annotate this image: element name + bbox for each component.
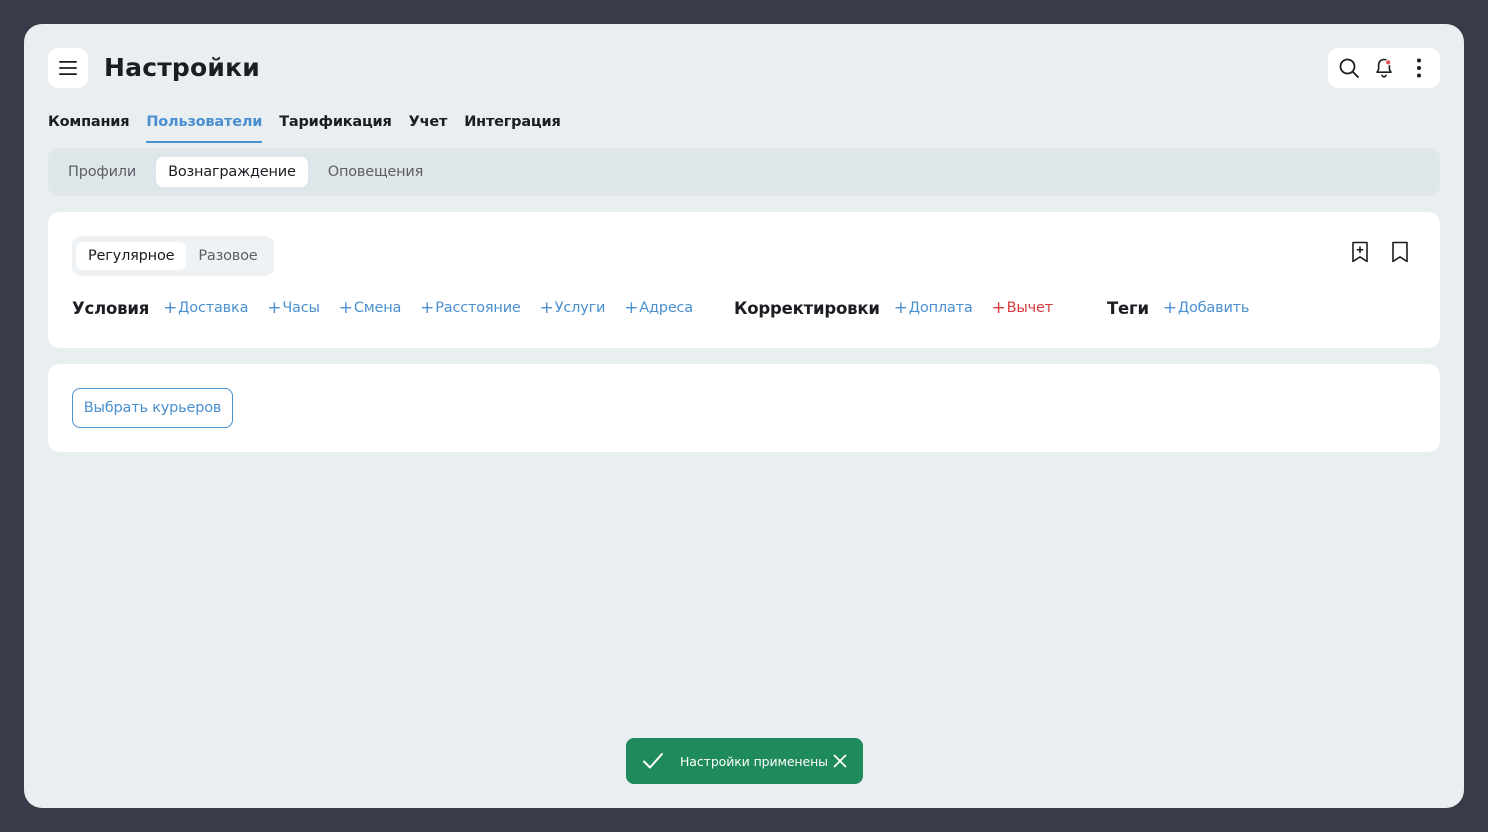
reward-settings-card: Регулярное Разовое Условия + Доставка + Ча… xyxy=(48,212,1440,348)
conditions-title: Условия xyxy=(72,298,150,318)
reward-type-toggle: Регулярное Разовое xyxy=(72,236,274,276)
tab-company[interactable]: Компания xyxy=(48,114,130,143)
add-adjustment-deduction[interactable]: + Вычет xyxy=(991,297,1054,318)
tab-integration[interactable]: Интеграция xyxy=(464,114,561,143)
subtab-reward[interactable]: Вознаграждение xyxy=(156,157,308,187)
plus-icon: + xyxy=(163,297,178,318)
adjustments-title: Корректировки xyxy=(734,298,880,318)
close-icon xyxy=(833,754,847,768)
reward-type-one-time[interactable]: Разовое xyxy=(186,242,269,270)
notification-dot xyxy=(1385,59,1392,66)
chip-label: Доставка xyxy=(178,300,249,316)
search-button[interactable] xyxy=(1335,54,1363,82)
add-condition-addresses[interactable]: + Адреса xyxy=(624,297,693,318)
chip-label: Добавить xyxy=(1177,300,1250,316)
bookmark-button[interactable] xyxy=(1388,238,1412,266)
tags-group: Теги + Добавить xyxy=(1107,296,1268,320)
header-actions xyxy=(1328,48,1440,88)
bookmark-icon xyxy=(1392,241,1408,263)
bookmark-actions xyxy=(1348,238,1412,266)
add-condition-distance[interactable]: + Расстояние xyxy=(420,297,521,318)
plus-icon: + xyxy=(338,297,353,318)
toast-notification: Настройки применены xyxy=(626,738,863,784)
hamburger-menu-icon xyxy=(59,61,77,75)
check-icon xyxy=(640,748,666,774)
search-icon xyxy=(1339,58,1360,78)
add-condition-services[interactable]: + Услуги xyxy=(539,297,606,318)
app-window: Настройки Компания Пользователи Тарифика… xyxy=(24,24,1464,808)
add-tag-button[interactable]: + Добавить xyxy=(1162,297,1250,318)
tags-title: Теги xyxy=(1107,298,1149,318)
page-title: Настройки xyxy=(104,53,260,82)
plus-icon: + xyxy=(893,297,908,318)
sub-tabs: Профили Вознаграждение Оповещения xyxy=(48,148,1440,196)
bookmark-add-icon xyxy=(1352,241,1368,263)
plus-icon: + xyxy=(420,297,435,318)
plus-icon: + xyxy=(991,297,1006,318)
main-tabs: Компания Пользователи Тарификация Учет И… xyxy=(48,114,561,143)
chip-label: Часы xyxy=(282,300,320,316)
chip-label: Расстояние xyxy=(435,300,521,316)
menu-button[interactable] xyxy=(48,48,88,88)
adjustments-group: Корректировки + Доплата + Вычет xyxy=(734,296,1072,320)
select-couriers-button[interactable]: Выбрать курьеров xyxy=(72,388,233,428)
add-condition-shift[interactable]: + Смена xyxy=(338,297,402,318)
add-adjustment-surcharge[interactable]: + Доплата xyxy=(893,297,973,318)
more-vertical-icon xyxy=(1416,58,1421,78)
add-condition-hours[interactable]: + Часы xyxy=(267,297,320,318)
plus-icon: + xyxy=(624,297,639,318)
notification-bell-icon xyxy=(1376,58,1392,78)
plus-icon: + xyxy=(267,297,282,318)
reward-type-regular[interactable]: Регулярное xyxy=(76,242,187,270)
conditions-group: Условия + Доставка + Часы + Смена + Расстоян… xyxy=(72,296,712,320)
tab-pricing[interactable]: Тарификация xyxy=(279,114,392,143)
toast-message: Настройки применены xyxy=(680,753,828,769)
more-button[interactable] xyxy=(1405,54,1433,82)
plus-icon: + xyxy=(1162,297,1177,318)
chip-label: Вычет xyxy=(1006,300,1054,316)
notifications-button[interactable] xyxy=(1370,54,1398,82)
subtab-profiles[interactable]: Профили xyxy=(56,157,148,187)
plus-icon: + xyxy=(539,297,554,318)
chip-label: Смена xyxy=(353,300,402,316)
couriers-card: Выбрать курьеров xyxy=(48,364,1440,452)
subtab-notifications[interactable]: Оповещения xyxy=(316,157,435,187)
chip-label: Услуги xyxy=(554,300,606,316)
chip-label: Адреса xyxy=(639,300,693,316)
bookmark-add-button[interactable] xyxy=(1348,238,1372,266)
toast-close-button[interactable] xyxy=(829,750,851,772)
chip-label: Доплата xyxy=(908,300,973,316)
add-condition-delivery[interactable]: + Доставка xyxy=(163,297,249,318)
tab-accounting[interactable]: Учет xyxy=(409,114,448,143)
tab-users[interactable]: Пользователи xyxy=(146,114,262,143)
